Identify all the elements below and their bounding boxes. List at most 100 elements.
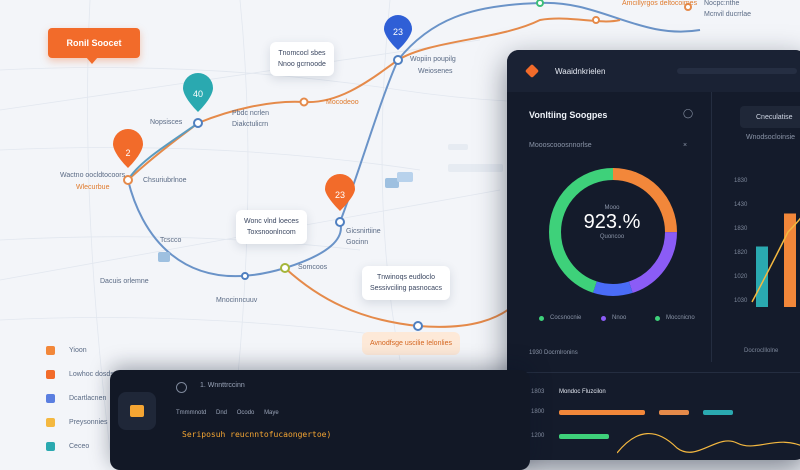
pin-orange-center: 23 — [325, 174, 355, 211]
code-line: Seriposuh reucnntofucaongertoe) — [182, 430, 332, 439]
map-label: Mocodeoo — [326, 99, 359, 106]
tab-item[interactable]: Ocodo — [237, 410, 255, 416]
dashboard-subtitle: Moooscooosnnorlse — [529, 142, 592, 149]
map-label: Somcoos — [298, 264, 328, 271]
map-label: Pbdc ncrlen — [232, 110, 269, 117]
legend-label: Yioon — [69, 346, 87, 354]
row-label: 1200 — [531, 433, 545, 439]
donut-legend-item: Nnoo — [601, 315, 626, 321]
code-tabs: Tmmmnotd Dnd Ocodo Maye — [176, 410, 287, 416]
callout-line: Tnomcocl sbes — [278, 50, 326, 57]
bar — [756, 246, 768, 307]
row-label: 1803 — [531, 389, 545, 395]
bars — [756, 213, 796, 307]
donut-center: Mooo 923.% Quoncoo — [547, 205, 677, 240]
logo-icon — [524, 63, 540, 79]
callout-line: Nnoo gcrnoode — [278, 61, 326, 68]
legend-swatch — [46, 417, 55, 427]
side-panel: Cneculatise 1830 1430 1830 1820 1020 103… — [711, 92, 800, 362]
axis-label: 1030 — [734, 298, 748, 304]
user-icon[interactable]: ◯ — [683, 108, 693, 119]
footer-right: Docroclllolne — [744, 348, 779, 354]
timeline-bar — [659, 410, 689, 415]
tab-item[interactable]: Maye — [264, 410, 279, 416]
svg-text:2: 2 — [125, 148, 130, 158]
legend-swatch — [46, 369, 55, 379]
callout-line: Sessivciling pasnocacs — [370, 285, 442, 292]
breadcrumb: 1. Wnnttrccinn — [200, 382, 245, 389]
svg-text:40: 40 — [193, 89, 203, 99]
map-square-icon — [397, 172, 413, 182]
dashboard-header: Waaidnkrielen — [507, 50, 800, 92]
legend-dot — [601, 315, 606, 321]
legend-label: Cocsnocnie — [550, 315, 582, 321]
map-label: Amcillyrgos deltocoimes — [622, 0, 698, 7]
callout-line: Wonc vlnd loeces — [244, 218, 299, 225]
map-label: Wlecurbue — [76, 184, 110, 191]
row-label: 1800 — [531, 409, 545, 415]
legend-label: Nnoo — [612, 315, 627, 321]
map-callout: Wonc vlnd loeces Toxsnoonlncom — [236, 210, 307, 244]
legend-swatch — [46, 393, 55, 403]
map-label: Mnocinncuuv — [216, 297, 258, 304]
tab-item[interactable]: Dnd — [216, 410, 227, 416]
timeline-panel: 1803 Mondoc Fluzcilon 1800 1200 — [507, 372, 800, 460]
axis-label: 1830 — [734, 226, 748, 232]
code-window: 1. Wnnttrccinn Tmmmnotd Dnd Ocodo Maye S… — [110, 370, 530, 470]
row-name: Mondoc Fluzcilon — [559, 389, 606, 395]
timeline-bar — [559, 410, 645, 415]
timeline-wave — [617, 433, 800, 454]
legend-dot — [539, 315, 544, 321]
footer-left: 1930 Docrnlronins — [529, 350, 578, 356]
donut-value: 923.% — [583, 211, 641, 233]
axis-label: 1020 — [734, 274, 748, 280]
axis-label: 1430 — [734, 202, 748, 208]
app-name: Waaidnkrielen — [555, 66, 606, 76]
header-bar — [677, 68, 797, 74]
callout-line: Tnwinoqs eudloclo — [377, 274, 435, 281]
dashboard-window: Waaidnkrielen Vonltiing Soogpes ◯ Mooosc… — [507, 50, 800, 460]
axis-label: 1830 — [734, 178, 748, 184]
svg-text:23: 23 — [393, 27, 403, 37]
map-label: Dacuis orlemne — [100, 278, 149, 285]
close-icon[interactable]: × — [683, 142, 687, 149]
panel-button[interactable]: Cneculatise — [740, 106, 800, 128]
map-label: Gocinn — [346, 239, 369, 246]
callout-line: Toxsnoonlncom — [247, 229, 296, 236]
timeline-bar — [559, 434, 609, 439]
pin-teal: 40 — [183, 73, 213, 112]
map-label: Gicsnirtiine — [346, 228, 381, 235]
legend-dot — [655, 315, 660, 321]
map-square-icon — [385, 178, 399, 188]
map-label: Nopsisces — [150, 119, 183, 126]
tab-item[interactable]: Tmmmnotd — [176, 410, 206, 416]
legend-label: Moccnicno — [666, 315, 695, 321]
bar-chart — [751, 213, 800, 307]
pin-orange-left: 2 — [113, 129, 143, 168]
legend-label: Dcartlacnen — [69, 394, 107, 402]
map-block — [448, 164, 503, 172]
dashboard-title: Vonltiing Soogpes — [529, 110, 608, 120]
axis-label: 1820 — [734, 250, 748, 256]
legend-item: Yioon — [46, 338, 122, 362]
legend-swatch — [46, 345, 55, 355]
map-label: Diakctulicrn — [232, 121, 269, 128]
pin-blue: 23 — [384, 15, 412, 50]
legend-label: Preysonnies — [69, 418, 108, 426]
donut-bottom-label: Quoncoo — [599, 234, 625, 240]
map-badge: Ronil Soocet — [48, 28, 140, 64]
search-icon[interactable] — [176, 382, 187, 393]
map-label: Nocpc:nthe — [704, 0, 740, 7]
map-label: Weiosenes — [418, 68, 453, 75]
map-pill: Avnodfsge uscilie Ielonlies — [362, 332, 460, 355]
map-label: Mcnvil ducrrlae — [704, 11, 752, 18]
svg-text:23: 23 — [335, 190, 345, 200]
map-label: Wopiin poupilg — [410, 56, 456, 63]
folder-icon — [130, 405, 144, 417]
timeline-bar — [703, 410, 733, 415]
map-callout: Tnwinoqs eudloclo Sessivciling pasnocacs — [362, 266, 450, 300]
code-sidebar-button[interactable] — [118, 392, 156, 430]
bar — [784, 213, 796, 307]
map-callout: Tnomcocl sbes Nnoo gcrnoode — [270, 42, 334, 76]
map-label: Wactno oocldtocoors — [60, 172, 126, 179]
